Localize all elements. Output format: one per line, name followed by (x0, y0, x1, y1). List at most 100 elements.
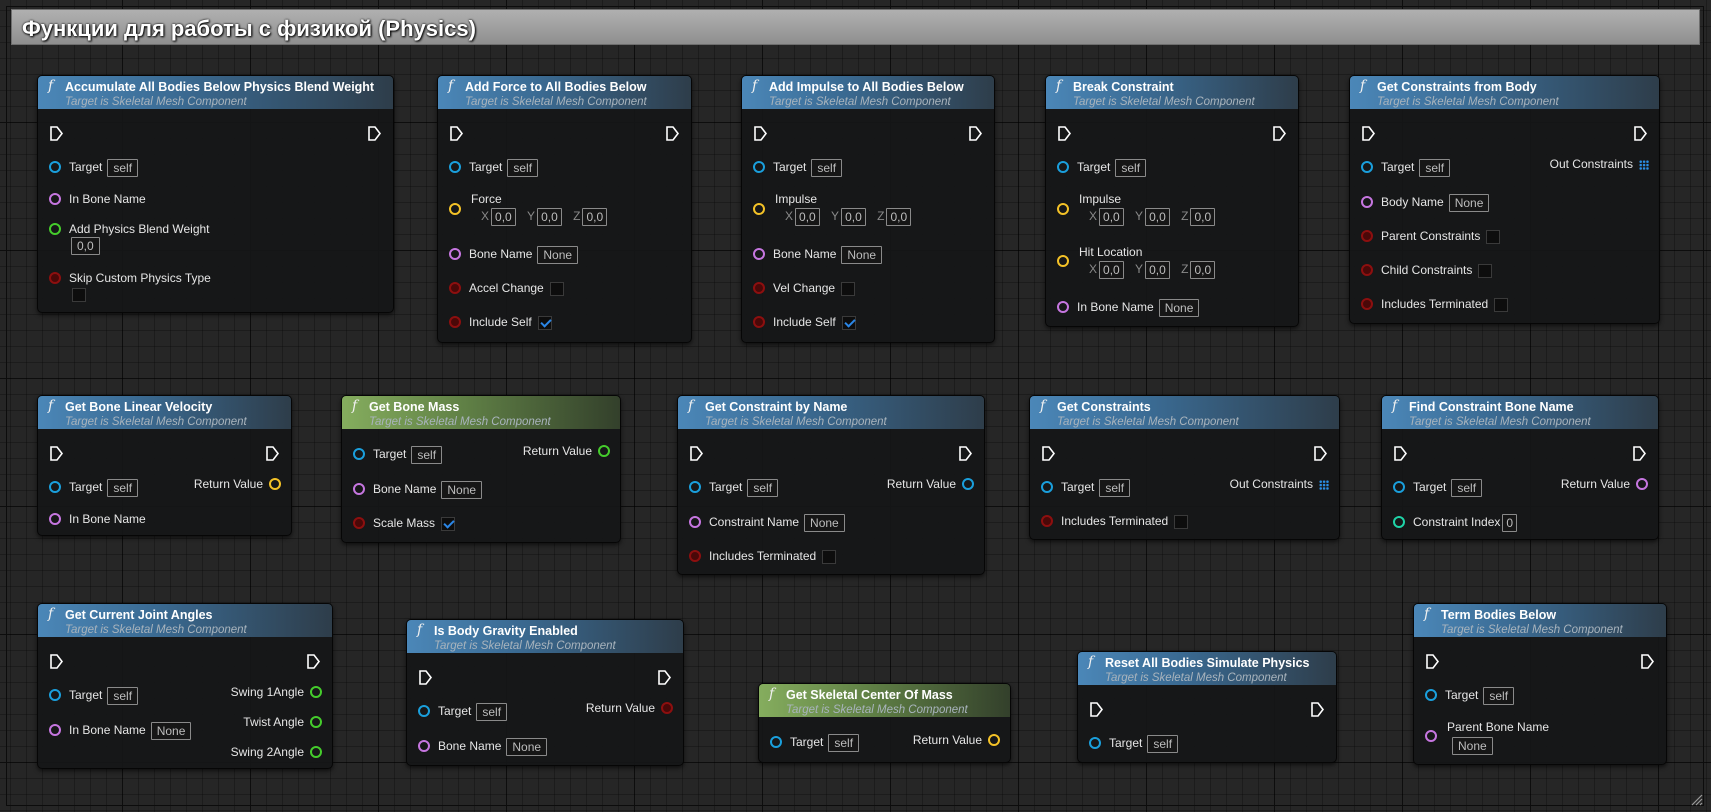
node-get-skeletal-center-of-mass[interactable]: f Get Skeletal Center Of Mass Target is … (758, 683, 1011, 763)
pin-target[interactable]: Target self (1393, 477, 1483, 497)
bool-pin-icon[interactable] (689, 549, 701, 562)
include-self-checkbox[interactable] (841, 315, 856, 330)
pin-swing1-angle[interactable]: Swing 1Angle (231, 682, 322, 702)
float-pin-icon[interactable] (310, 715, 322, 728)
exec-out-icon[interactable] (1311, 702, 1324, 717)
force-z-field[interactable]: 0,0 (582, 208, 608, 226)
object-pin-icon[interactable] (689, 480, 701, 493)
object-pin-icon[interactable] (353, 447, 365, 460)
includes-terminated-checkbox[interactable] (822, 549, 837, 564)
target-self-field[interactable]: self (1147, 734, 1179, 753)
exec-out-icon[interactable] (1633, 446, 1646, 461)
float-pin-icon[interactable] (49, 222, 61, 235)
node-term-bodies-below[interactable]: f Term Bodies Below Target is Skeletal M… (1413, 603, 1667, 765)
bone-name-field[interactable]: None (1158, 298, 1200, 317)
bool-pin-icon[interactable] (353, 516, 365, 529)
exec-in-icon[interactable] (690, 446, 703, 461)
bool-pin-icon[interactable] (753, 315, 765, 328)
exec-in-icon[interactable] (1362, 126, 1375, 141)
name-pin-icon[interactable] (49, 512, 61, 525)
name-pin-icon[interactable] (418, 739, 430, 752)
target-self-field[interactable]: self (1115, 158, 1147, 177)
constraint-index-field[interactable]: 0 (1502, 513, 1518, 532)
vector-pin-icon[interactable] (269, 477, 281, 490)
name-pin-icon[interactable] (689, 515, 701, 528)
pin-bone-name[interactable]: Bone Name None (753, 244, 883, 264)
pin-out-constraints[interactable]: Out Constraints (1550, 154, 1649, 174)
object-pin-icon[interactable] (1393, 480, 1405, 493)
pin-target[interactable]: Target self (689, 477, 779, 497)
exec-out-icon[interactable] (1273, 126, 1286, 141)
bool-pin-icon[interactable] (1361, 229, 1373, 242)
pin-includes-terminated[interactable]: Includes Terminated (689, 546, 837, 566)
node-get-constraint-by-name[interactable]: f Get Constraint by Name Target is Skele… (677, 395, 985, 575)
hit-x-field[interactable]: 0,0 (1099, 261, 1124, 279)
bool-pin-icon[interactable] (1041, 514, 1053, 527)
bool-pin-icon[interactable] (49, 271, 61, 284)
constraint-name-field[interactable]: None (804, 513, 845, 532)
name-pin-icon[interactable] (1057, 300, 1069, 313)
node-reset-all-bodies-simulate-physics[interactable]: f Reset All Bodies Simulate Physics Targ… (1077, 651, 1337, 763)
node-get-constraints[interactable]: f Get Constraints Target is Skeletal Mes… (1029, 395, 1340, 540)
pin-in-bone-name[interactable]: In Bone Name None (49, 720, 192, 740)
name-pin-icon[interactable] (753, 247, 765, 260)
pin-target[interactable]: Target self (49, 157, 139, 177)
pin-accel-change[interactable]: Accel Change (449, 278, 564, 298)
pin-scale-mass[interactable]: Scale Mass (353, 513, 456, 533)
impulse-y-field[interactable]: 0,0 (1145, 208, 1170, 226)
pin-target[interactable]: Target self (770, 732, 860, 752)
impulse-z-field[interactable]: 0,0 (886, 208, 912, 226)
pin-target[interactable]: Target self (1425, 685, 1515, 705)
pin-target[interactable]: Target self (1361, 157, 1451, 177)
target-self-field[interactable]: self (1419, 158, 1451, 177)
object-pin-icon[interactable] (49, 480, 61, 493)
name-pin-icon[interactable] (49, 192, 61, 205)
object-pin-icon[interactable] (1057, 160, 1069, 173)
target-self-field[interactable]: self (476, 702, 508, 721)
parent-bone-name-field[interactable]: None (1452, 737, 1493, 755)
bool-pin-icon[interactable] (661, 701, 673, 714)
bool-pin-icon[interactable] (449, 315, 461, 328)
skip-custom-checkbox[interactable] (72, 288, 86, 302)
vector-pin-icon[interactable] (1057, 254, 1069, 267)
target-self-field[interactable]: self (1451, 478, 1483, 497)
node-is-body-gravity-enabled[interactable]: f Is Body Gravity Enabled Target is Skel… (406, 619, 684, 766)
exec-in-icon[interactable] (1394, 446, 1407, 461)
pin-parent-constraints[interactable]: Parent Constraints (1361, 226, 1501, 246)
bool-pin-icon[interactable] (1361, 297, 1373, 310)
object-pin-icon[interactable] (418, 704, 430, 717)
exec-out-icon[interactable] (368, 126, 381, 141)
name-pin-icon[interactable] (49, 723, 61, 736)
pin-constraint-name[interactable]: Constraint Name None (689, 512, 845, 532)
object-pin-icon[interactable] (753, 160, 765, 173)
includes-terminated-checkbox[interactable] (1494, 297, 1509, 312)
object-pin-icon[interactable] (1089, 736, 1101, 749)
pin-include-self[interactable]: Include Self (449, 312, 552, 332)
object-pin-icon[interactable] (1425, 688, 1437, 701)
pin-twist-angle[interactable]: Twist Angle (243, 712, 322, 732)
target-self-field[interactable]: self (828, 733, 860, 752)
object-pin-icon[interactable] (1041, 480, 1053, 493)
object-pin-icon[interactable] (1361, 160, 1373, 173)
pin-target[interactable]: Target self (49, 477, 139, 497)
pin-impulse[interactable] (1057, 199, 1077, 219)
pin-return-value[interactable]: Return Value (194, 474, 281, 494)
float-pin-icon[interactable] (310, 685, 322, 698)
bool-pin-icon[interactable] (753, 281, 765, 294)
accel-change-checkbox[interactable] (549, 281, 564, 296)
exec-out-icon[interactable] (658, 670, 671, 685)
impulse-x-field[interactable]: 0,0 (1099, 208, 1124, 226)
pin-add-physics-blend-weight[interactable]: Add Physics Blend Weight (49, 219, 210, 239)
exec-in-icon[interactable] (419, 670, 432, 685)
object-pin-icon[interactable] (770, 735, 782, 748)
name-pin-icon[interactable] (1636, 477, 1648, 490)
include-self-checkbox[interactable] (537, 315, 552, 330)
pin-vel-change[interactable]: Vel Change (753, 278, 856, 298)
parent-constraints-checkbox[interactable] (1486, 229, 1501, 244)
pin-return-value[interactable]: Return Value (586, 698, 673, 718)
exec-out-icon[interactable] (1641, 654, 1654, 669)
pin-in-bone-name[interactable]: In Bone Name (49, 189, 146, 209)
exec-out-icon[interactable] (266, 446, 279, 461)
pin-constraint-index[interactable]: Constraint Index 0 (1393, 512, 1518, 532)
name-pin-icon[interactable] (1361, 195, 1373, 208)
